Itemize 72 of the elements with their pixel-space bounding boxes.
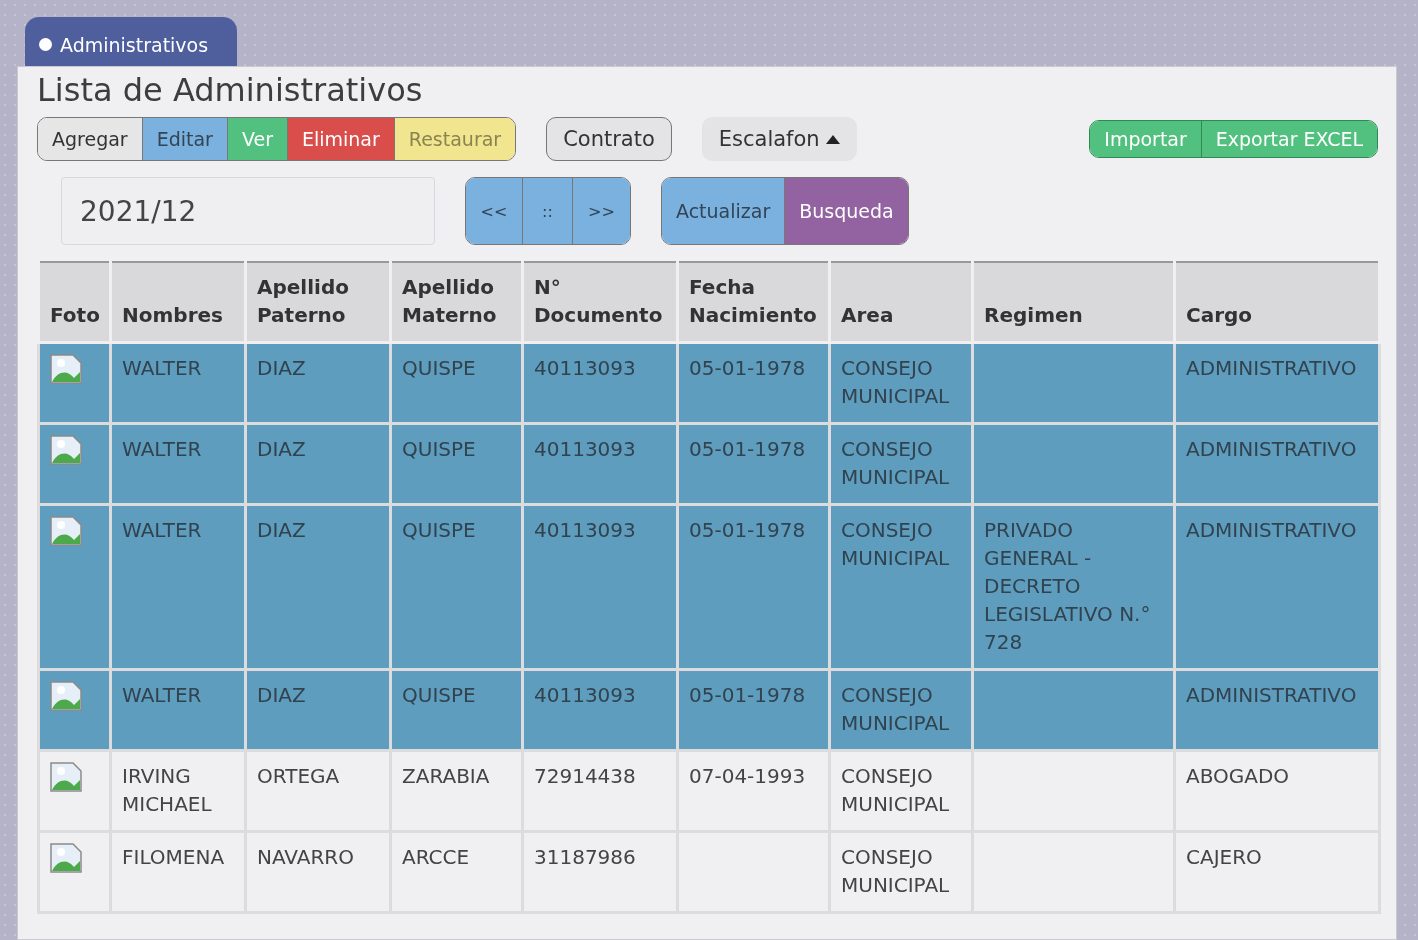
column-header[interactable]: Cargo bbox=[1174, 262, 1380, 343]
contract-button[interactable]: Contrato bbox=[546, 117, 672, 161]
table-cell: CONSEJO MUNICIPAL bbox=[829, 831, 973, 913]
broken-image-icon bbox=[50, 762, 82, 792]
table-cell: DIAZ bbox=[245, 423, 391, 505]
scale-dropdown[interactable]: Escalafon bbox=[701, 117, 857, 161]
table-cell: DIAZ bbox=[245, 342, 391, 424]
column-header[interactable]: Nombres bbox=[110, 262, 246, 343]
table-cell: 40113093 bbox=[522, 342, 678, 424]
table-cell: FILOMENA bbox=[110, 831, 246, 913]
broken-image-icon bbox=[50, 354, 82, 384]
table-cell: 40113093 bbox=[522, 669, 678, 751]
column-header[interactable]: Area bbox=[829, 262, 973, 343]
table-cell: DIAZ bbox=[245, 669, 391, 751]
table-cell: ADMINISTRATIVO bbox=[1174, 342, 1380, 424]
caret-icon bbox=[825, 134, 840, 144]
table-cell: CONSEJO MUNICIPAL bbox=[829, 669, 973, 751]
pager-button[interactable]: :: bbox=[522, 178, 572, 244]
period-field[interactable]: 2021/12 bbox=[61, 177, 435, 245]
pager-button[interactable]: << bbox=[466, 178, 522, 244]
column-header[interactable]: Apellido Materno bbox=[390, 262, 523, 343]
action-button[interactable]: Eliminar bbox=[286, 118, 394, 160]
broken-image-icon bbox=[50, 435, 82, 465]
table-cell: PRIVADO GENERAL - DECRETO LEGISLATIVO N.° 728 bbox=[972, 504, 1175, 670]
column-header[interactable]: Regimen bbox=[972, 262, 1175, 343]
table-cell: 05-01-1978 bbox=[677, 342, 830, 424]
table-cell: 05-01-1978 bbox=[677, 423, 830, 505]
table-cell: QUISPE bbox=[390, 669, 523, 751]
table-cell: 31187986 bbox=[522, 831, 678, 913]
table-cell: 05-01-1978 bbox=[677, 669, 830, 751]
table-cell: ABOGADO bbox=[1174, 750, 1380, 832]
pager-button[interactable]: >> bbox=[572, 178, 630, 244]
table-cell: IRVING MICHAEL bbox=[110, 750, 246, 832]
table-cell: ADMINISTRATIVO bbox=[1174, 504, 1380, 670]
table-cell: ADMINISTRATIVO bbox=[1174, 669, 1380, 751]
table-cell: 05-01-1978 bbox=[677, 504, 830, 670]
table-cell: ZARABIA bbox=[390, 750, 523, 832]
table-cell: WALTER bbox=[110, 423, 246, 505]
table-cell: DIAZ bbox=[245, 504, 391, 670]
broken-image-icon bbox=[50, 516, 82, 546]
table-cell: 40113093 bbox=[522, 423, 678, 505]
column-header[interactable]: Apellido Paterno bbox=[245, 262, 391, 343]
table-cell: CONSEJO MUNICIPAL bbox=[829, 750, 973, 832]
action-button[interactable]: Agregar bbox=[38, 118, 142, 160]
table-cell: CONSEJO MUNICIPAL bbox=[829, 504, 973, 670]
table-cell: ORTEGA bbox=[245, 750, 391, 832]
query-button[interactable]: Busqueda bbox=[784, 178, 908, 244]
bullet-icon bbox=[39, 38, 52, 51]
section-tab[interactable]: Administrativos bbox=[25, 17, 237, 66]
table-cell: QUISPE bbox=[390, 504, 523, 670]
action-button[interactable]: Editar bbox=[141, 118, 227, 160]
column-header[interactable]: Fecha Nacimiento bbox=[677, 262, 830, 343]
table-cell: QUISPE bbox=[390, 342, 523, 424]
table-cell: WALTER bbox=[110, 342, 246, 424]
table-cell: 07-04-1993 bbox=[677, 750, 830, 832]
table-cell: CAJERO bbox=[1174, 831, 1380, 913]
broken-image-icon bbox=[50, 681, 82, 711]
query-button[interactable]: Actualizar bbox=[662, 178, 785, 244]
table-cell: CONSEJO MUNICIPAL bbox=[829, 342, 973, 424]
broken-image-icon bbox=[50, 843, 82, 873]
table-cell: WALTER bbox=[110, 504, 246, 670]
table-cell: ARCCE bbox=[390, 831, 523, 913]
table-cell: ADMINISTRATIVO bbox=[1174, 423, 1380, 505]
table-cell: WALTER bbox=[110, 669, 246, 751]
table-cell: 40113093 bbox=[522, 504, 678, 670]
column-header[interactable]: Foto bbox=[38, 262, 111, 343]
column-header[interactable]: N° Documento bbox=[522, 262, 678, 343]
table-cell: CONSEJO MUNICIPAL bbox=[829, 423, 973, 505]
table-cell: QUISPE bbox=[390, 423, 523, 505]
page-title: Lista de Administrativos bbox=[37, 71, 424, 109]
table-cell: 72914438 bbox=[522, 750, 678, 832]
table-cell: NAVARRO bbox=[245, 831, 391, 913]
